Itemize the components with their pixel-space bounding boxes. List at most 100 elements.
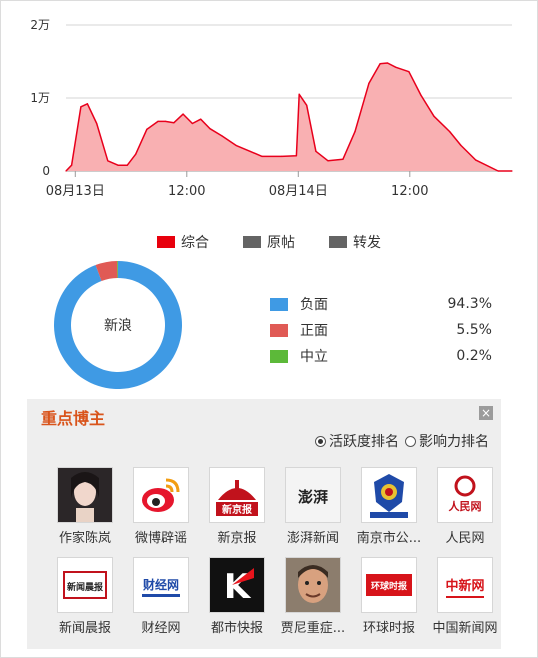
legend-swatch-icon — [243, 236, 261, 248]
data-point — [511, 170, 513, 172]
data-point — [433, 115, 435, 117]
blogger-item[interactable]: 新京报 新京报 — [199, 467, 275, 557]
portrait-woman-icon — [57, 467, 113, 523]
data-point — [146, 128, 148, 130]
x-tick-label: 12:00 — [168, 184, 205, 199]
data-point — [235, 144, 237, 146]
close-icon[interactable]: × — [479, 406, 493, 420]
data-point — [164, 120, 166, 122]
data-point — [221, 135, 223, 137]
rank-by-influence-radio[interactable]: 影响力排名 — [405, 431, 489, 451]
stat-row-positive: 正面 5.5% — [270, 317, 492, 343]
stat-label: 负面 — [300, 297, 328, 313]
key-bloggers-panel: 重点博主 × 活跃度排名 影响力排名 作家陈岚 微博辟谣 新京报 新京报 澎湃 … — [27, 399, 501, 649]
radio-unselected-icon — [405, 435, 416, 447]
blogger-name: 南京市公... — [356, 531, 422, 546]
data-point — [249, 150, 251, 152]
data-point — [86, 103, 88, 105]
blogger-item[interactable]: K 都市快报 — [199, 557, 275, 647]
chenbao-logo-icon: 新闻晨报 — [57, 557, 113, 613]
legend-swatch-icon — [157, 236, 175, 248]
data-point — [449, 131, 451, 133]
blogger-item[interactable]: 澎湃 澎湃新闻 — [275, 467, 351, 557]
y-tick-label: 1万 — [30, 91, 50, 105]
stat-value: 5.5% — [456, 322, 492, 338]
radio-selected-icon — [315, 435, 326, 447]
rank-options: 活跃度排名 影响力排名 — [315, 431, 489, 451]
police-emblem-icon — [361, 467, 417, 523]
logo-text: 新闻晨报 — [67, 581, 103, 593]
blogger-name: 贾尼重症... — [280, 621, 346, 636]
data-point — [261, 155, 263, 157]
blogger-item[interactable]: 环球时报 环球时报 — [351, 557, 427, 647]
data-point — [96, 122, 98, 125]
legend-label: 综合 — [181, 235, 209, 251]
blogger-name: 环球时报 — [362, 621, 415, 636]
data-point — [157, 120, 159, 122]
blogger-row: 作家陈岚 微博辟谣 新京报 新京报 澎湃 澎湃新闻 南京市公... 人民网 人民… — [47, 467, 507, 557]
data-point — [191, 122, 193, 125]
portrait-man-icon — [285, 557, 341, 613]
data-point — [354, 131, 356, 133]
swatch-icon — [270, 297, 288, 311]
blogger-item[interactable]: 中新网 中国新闻网 — [427, 557, 503, 647]
stat-row-neutral: 中立 0.2% — [270, 343, 492, 369]
rank-by-activity-radio[interactable]: 活跃度排名 — [315, 431, 399, 451]
blogger-item[interactable]: 人民网 人民网 — [427, 467, 503, 557]
y-tick-label: 0 — [42, 164, 50, 178]
legend-item-composite[interactable]: 综合 — [157, 232, 209, 252]
logo-text: 环球时报 — [371, 580, 407, 592]
logo-text: 人民网 — [449, 499, 482, 513]
blogger-name: 作家陈岚 — [58, 531, 111, 546]
data-point — [379, 63, 381, 65]
stat-row-negative: 负面 94.3% — [270, 291, 492, 317]
data-point — [80, 106, 82, 108]
stat-value: 94.3% — [447, 296, 492, 312]
blogger-name: 都市快报 — [210, 621, 263, 636]
data-point — [295, 155, 297, 157]
stat-label: 中立 — [300, 349, 328, 365]
chart-legend: 综合 原帖 转发 — [0, 232, 538, 252]
blogger-name: 人民网 — [445, 531, 485, 546]
data-point — [315, 150, 317, 152]
blogger-row: 新闻晨报 新闻晨报 财经网 财经网 K 都市快报 贾尼重症... 环球时报 环球… — [47, 557, 507, 647]
data-point — [107, 160, 109, 162]
sentiment-donut-chart: 新浪 — [54, 261, 182, 389]
blogger-grid: 作家陈岚 微博辟谣 新京报 新京报 澎湃 澎湃新闻 南京市公... 人民网 人民… — [47, 467, 507, 647]
data-point — [135, 153, 137, 155]
data-point — [298, 93, 300, 95]
data-point — [281, 155, 283, 157]
stat-value: 0.2% — [456, 348, 492, 364]
legend-item-repost[interactable]: 转发 — [329, 232, 381, 252]
volume-area-chart: 0 1万 2万 08月13日 12:00 08月14日 12:00 — [30, 18, 513, 199]
chinanews-logo-icon: 中新网 — [437, 557, 493, 613]
logo-text: 新京报 — [222, 503, 252, 516]
x-tick-label: 08月13日 — [46, 184, 105, 199]
data-point — [306, 104, 308, 106]
donut-center-label: 新浪 — [104, 318, 132, 334]
legend-swatch-icon — [329, 236, 347, 248]
people-logo-icon: 人民网 — [437, 467, 493, 523]
data-point — [71, 164, 73, 166]
pengpai-logo-icon: 澎湃 — [285, 467, 341, 523]
blogger-item[interactable]: 南京市公... — [351, 467, 427, 557]
logo-text: 中新网 — [445, 578, 484, 594]
data-point — [209, 128, 211, 130]
x-tick-label: 08月14日 — [269, 184, 328, 199]
blogger-item[interactable]: 贾尼重症... — [275, 557, 351, 647]
stat-label: 正面 — [300, 323, 328, 339]
data-point — [117, 164, 119, 166]
panel-title: 重点博主 — [41, 409, 106, 428]
legend-item-original[interactable]: 原帖 — [243, 232, 295, 252]
data-point — [327, 160, 329, 162]
logo-text: 财经网 — [142, 577, 179, 592]
blogger-item[interactable]: 作家陈岚 — [47, 467, 123, 557]
blogger-item[interactable]: 新闻晨报 新闻晨报 — [47, 557, 123, 647]
data-point — [200, 118, 202, 120]
data-point — [368, 82, 370, 84]
data-point — [460, 144, 462, 146]
blogger-item[interactable]: 财经网 财经网 — [123, 557, 199, 647]
data-point — [408, 71, 410, 73]
x-tick-label: 12:00 — [391, 184, 428, 199]
blogger-item[interactable]: 微博辟谣 — [123, 467, 199, 557]
